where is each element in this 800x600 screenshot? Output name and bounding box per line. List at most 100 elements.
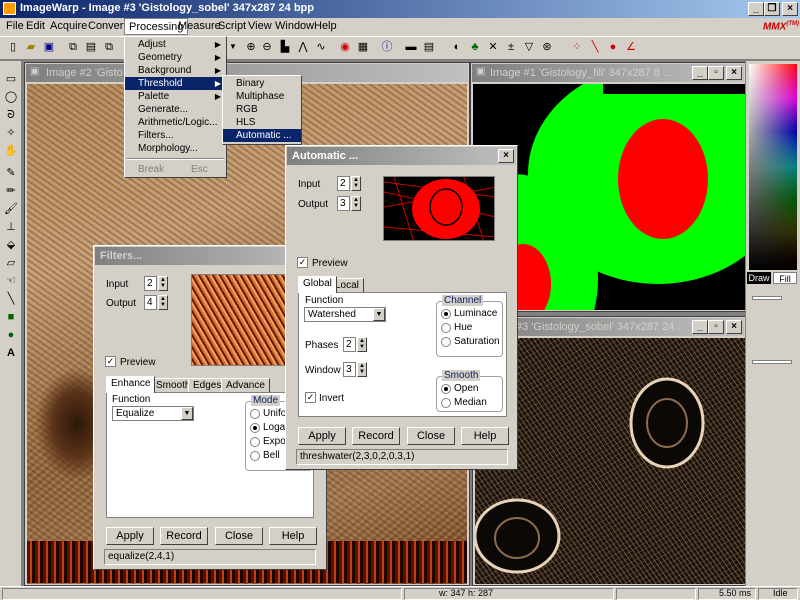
maximize-button[interactable]: ❐ [764,2,780,16]
copy-icon[interactable]: ⧉ [66,40,80,54]
menu-item-adjust[interactable]: Adjust ▶ [125,38,226,51]
menu-item-arithmetic[interactable]: Arithmetic/Logic... [125,116,226,129]
magic-wand-icon[interactable]: ✧ [4,126,18,140]
image1-maximize-button[interactable]: ▫ [708,66,724,80]
menu-item-filters[interactable]: Filters... [125,129,226,142]
plus-minus-icon[interactable]: ± [504,40,518,54]
image3-minimize-button[interactable]: _ [692,320,708,334]
lasso-icon[interactable]: ᘐ [4,108,18,122]
contrast-icon[interactable]: ◐ [450,40,464,54]
line-width-spinner[interactable] [786,291,796,305]
profile-icon[interactable]: ⋀ [296,40,310,54]
image1-minimize-button[interactable]: _ [692,66,708,80]
minimize-button[interactable]: _ [748,2,764,16]
auto-function-select[interactable]: Watershed ▼ [304,307,386,322]
brush-icon[interactable]: 🖌 [4,202,18,216]
submenu-item-rgb[interactable]: RGB [223,103,301,116]
smooth-open-radio[interactable] [441,384,451,394]
filled-rect-icon[interactable]: ■ [4,310,18,324]
auto-apply-button[interactable]: Apply [298,427,346,445]
smooth-median-radio[interactable] [441,398,451,408]
auto-close-button[interactable]: Close [407,427,455,445]
menu-item-palette[interactable]: Palette ▶ [125,90,226,103]
duplicate-icon[interactable]: ⧉ [102,40,116,54]
filters-function-select[interactable]: Equalize ▼ [112,406,194,421]
draw-color-label[interactable]: Draw [747,272,771,284]
tab-enhance[interactable]: Enhance [106,376,156,393]
image1-close-button[interactable]: × [726,66,742,80]
pencil-icon[interactable]: ✏ [4,184,18,198]
line-icon[interactable]: ╲ [4,292,18,306]
bucket-icon[interactable]: ⬙ [4,238,18,252]
filters-help-button[interactable]: Help [269,527,317,545]
rectangle-select-icon[interactable]: ▭ [4,72,18,86]
channel-hue-radio[interactable] [441,323,451,333]
eraser-icon[interactable]: ▱ [4,256,18,270]
menu-item-background[interactable]: Background ▶ [125,64,226,77]
mode-logarithmic-radio[interactable] [250,423,260,433]
zoom-dropdown-icon[interactable]: ▼ [226,40,240,54]
crossed-tools-icon[interactable]: ✕ [486,40,500,54]
wave-icon[interactable]: ∿ [314,40,328,54]
tab-advance[interactable]: Advance [221,378,270,393]
filter-icon[interactable]: ▽ [522,40,536,54]
menu-item-morphology[interactable]: Morphology... [125,142,226,155]
save-icon[interactable]: ▣ [42,40,56,54]
camera-icon[interactable]: ▬ [404,40,418,54]
mode-bell-radio[interactable] [250,451,260,461]
channel-luminance-radio[interactable] [441,309,451,319]
channel-saturation-radio[interactable] [441,337,451,347]
filters-close-button[interactable]: Close [215,527,263,545]
menu-item-geometry[interactable]: Geometry ▶ [125,51,226,64]
auto-help-button[interactable]: Help [461,427,509,445]
submenu-item-binary[interactable]: Binary [223,77,301,90]
smudge-icon[interactable]: ☜ [4,274,18,288]
submenu-item-hls[interactable]: HLS [223,116,301,129]
submenu-item-multiphase[interactable]: Multiphase [223,90,301,103]
opacity-slider[interactable] [752,360,792,364]
auto-preview-checkbox[interactable]: ✓ [297,257,308,268]
target-icon[interactable]: ⊛ [540,40,554,54]
mode-uniform-radio[interactable] [250,409,260,419]
menu-item-threshold[interactable]: Threshold ▶ [125,77,226,90]
hand-icon[interactable]: ✋ [4,144,18,158]
close-button[interactable]: × [782,2,798,16]
image3-maximize-button[interactable]: ▫ [708,320,724,334]
points-icon[interactable]: ⁘ [570,40,584,54]
blob-icon[interactable]: ● [606,40,620,54]
color-wheel-icon[interactable]: ◉ [338,40,352,54]
submenu-item-automatic[interactable]: Automatic ... [223,129,301,142]
angle-icon[interactable]: ∠ [624,40,638,54]
paste-icon[interactable]: ▤ [84,40,98,54]
ellipse-select-icon[interactable]: ◯ [4,90,18,104]
eyedropper-icon[interactable]: ✎ [4,166,18,180]
image3-close-button[interactable]: × [726,320,742,334]
tree-icon[interactable]: ♣ [468,40,482,54]
automatic-dialog-close-button[interactable]: × [498,149,514,163]
open-folder-icon[interactable]: ▰ [24,40,38,54]
line-tool-icon[interactable]: ╲ [588,40,602,54]
grid-icon[interactable]: ▦ [356,40,370,54]
mode-exponential-radio[interactable] [250,437,260,447]
menu-help[interactable]: Help [310,18,341,35]
document-icon[interactable]: ▤ [422,40,436,54]
auto-record-button[interactable]: Record [352,427,400,445]
zoom-in-icon[interactable]: ⊕ [244,40,258,54]
filters-apply-button[interactable]: Apply [106,527,154,545]
filters-preview-checkbox[interactable]: ✓ [105,356,116,367]
menu-edit[interactable]: Edit [22,18,49,35]
stamp-icon[interactable]: ⊥ [4,220,18,234]
line-width-slider[interactable] [752,296,782,300]
zoom-out-icon[interactable]: ⊖ [260,40,274,54]
menu-item-generate[interactable]: Generate... [125,103,226,116]
new-file-icon[interactable]: ▯ [6,40,20,54]
filters-record-button[interactable]: Record [160,527,208,545]
info-icon[interactable]: ⓘ [380,40,394,54]
filled-ellipse-icon[interactable]: ● [4,328,18,342]
text-tool-icon[interactable]: A [4,346,18,360]
tab-global[interactable]: Global [298,276,337,293]
color-spectrum[interactable] [749,64,797,270]
histogram-icon[interactable]: ▙ [278,40,292,54]
invert-checkbox[interactable]: ✓ [305,392,316,403]
fill-color-label[interactable]: Fill [773,272,797,284]
